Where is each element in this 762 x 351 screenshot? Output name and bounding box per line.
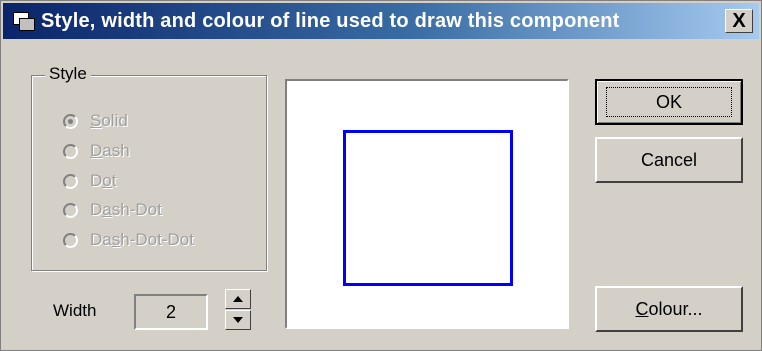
width-spin-down[interactable]	[225, 310, 251, 330]
down-arrow-icon	[233, 317, 243, 323]
ok-button[interactable]: OK	[595, 79, 743, 125]
radio-label-dot: Dot	[90, 171, 117, 190]
radio-dash-dot[interactable]: Dash-Dot	[63, 198, 162, 222]
radio-button[interactable]	[63, 232, 78, 248]
cancel-button[interactable]: Cancel	[595, 137, 743, 183]
close-icon: X	[732, 10, 746, 32]
width-spin-up[interactable]	[225, 289, 251, 309]
radio-button[interactable]	[63, 113, 78, 129]
radio-button[interactable]	[63, 173, 78, 189]
radio-label-dash: Dash	[90, 141, 130, 160]
app-icon	[13, 12, 35, 31]
width-field[interactable]: 2	[134, 294, 208, 330]
up-arrow-icon	[233, 296, 243, 302]
radio-button[interactable]	[63, 202, 78, 218]
style-group-label: Style	[45, 64, 91, 84]
window-title: Style, width and colour of line used to …	[41, 9, 620, 32]
radio-button[interactable]	[63, 143, 78, 159]
radio-dash-dot-dot[interactable]: Dash-Dot-Dot	[63, 228, 194, 252]
radio-solid[interactable]: Solid	[63, 109, 128, 133]
close-button[interactable]: X	[725, 9, 753, 33]
radio-label-solid: Solid	[90, 111, 128, 130]
radio-label-dash-dot-dot: Dash-Dot-Dot	[90, 230, 194, 249]
ok-button-label: OK	[606, 87, 732, 117]
radio-dot[interactable]: Dot	[63, 169, 116, 193]
line-style-dialog: Style, width and colour of line used to …	[0, 0, 762, 351]
colour-button-label: Colour...	[635, 298, 703, 319]
radio-label-dash-dot: Dash-Dot	[90, 200, 162, 219]
width-label: Width	[53, 301, 97, 320]
preview-rectangle	[343, 130, 513, 286]
title-bar[interactable]: Style, width and colour of line used to …	[3, 3, 759, 39]
line-preview	[285, 79, 569, 329]
colour-button[interactable]: Colour...	[595, 286, 743, 332]
radio-dash[interactable]: Dash	[63, 139, 130, 163]
